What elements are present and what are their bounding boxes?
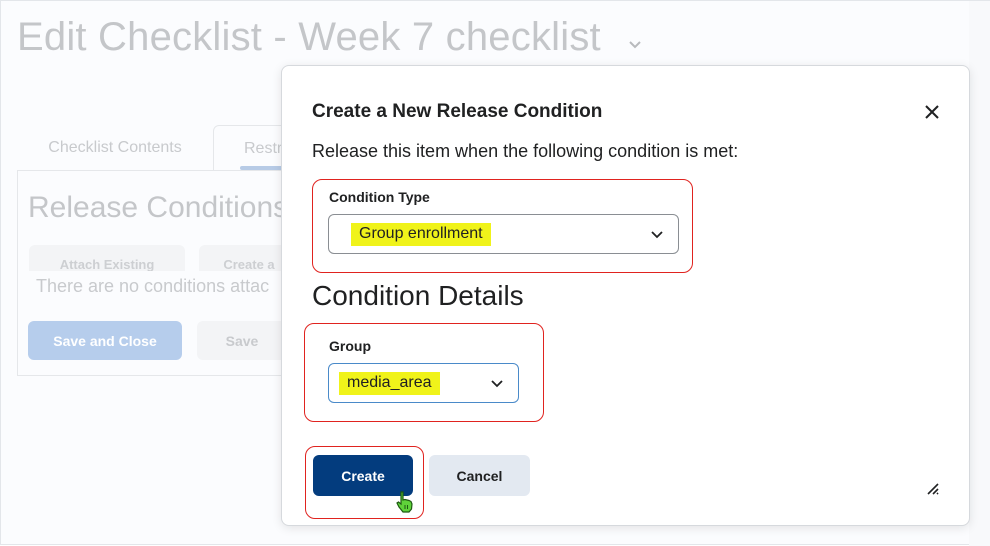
create-release-condition-dialog: Create a New Release Condition Release t… — [281, 65, 970, 526]
cancel-button[interactable]: Cancel — [429, 455, 530, 496]
chevron-down-icon[interactable] — [627, 37, 643, 53]
save-button[interactable]: Save — [197, 321, 287, 360]
dialog-intro: Release this item when the following con… — [312, 141, 739, 161]
group-select[interactable]: media_area — [328, 363, 519, 403]
empty-conditions-message: There are no conditions attac — [36, 276, 270, 296]
chevron-down-icon — [651, 231, 663, 239]
attach-existing-button[interactable]: Attach Existing — [29, 245, 185, 271]
hand-pointer-cursor-icon — [396, 491, 413, 513]
tab-label: Checklist Contents — [48, 139, 182, 156]
tab-label: Restr — [244, 139, 283, 157]
group-value: media_area — [339, 371, 440, 395]
group-label: Group — [329, 338, 371, 354]
resize-handle-icon[interactable] — [926, 482, 940, 496]
tab-checklist-contents[interactable]: Checklist Contents — [17, 125, 213, 171]
condition-type-select[interactable]: Group enrollment — [328, 214, 679, 254]
condition-type-label: Condition Type — [329, 189, 430, 205]
save-and-close-button[interactable]: Save and Close — [28, 321, 182, 360]
screen: Edit Checklist - Week 7 checklist Checkl… — [0, 0, 990, 546]
page-title-text: Edit Checklist - Week 7 checklist — [17, 15, 601, 59]
scroll-area-edge — [969, 1, 990, 546]
condition-type-value: Group enrollment — [351, 222, 491, 246]
release-conditions-heading: Release Conditions — [28, 191, 289, 224]
chevron-down-icon — [491, 380, 503, 388]
condition-details-heading: Condition Details — [312, 280, 524, 311]
page-title: Edit Checklist - Week 7 checklist — [17, 15, 643, 60]
close-icon[interactable] — [922, 102, 942, 122]
dialog-title: Create a New Release Condition — [312, 101, 603, 122]
